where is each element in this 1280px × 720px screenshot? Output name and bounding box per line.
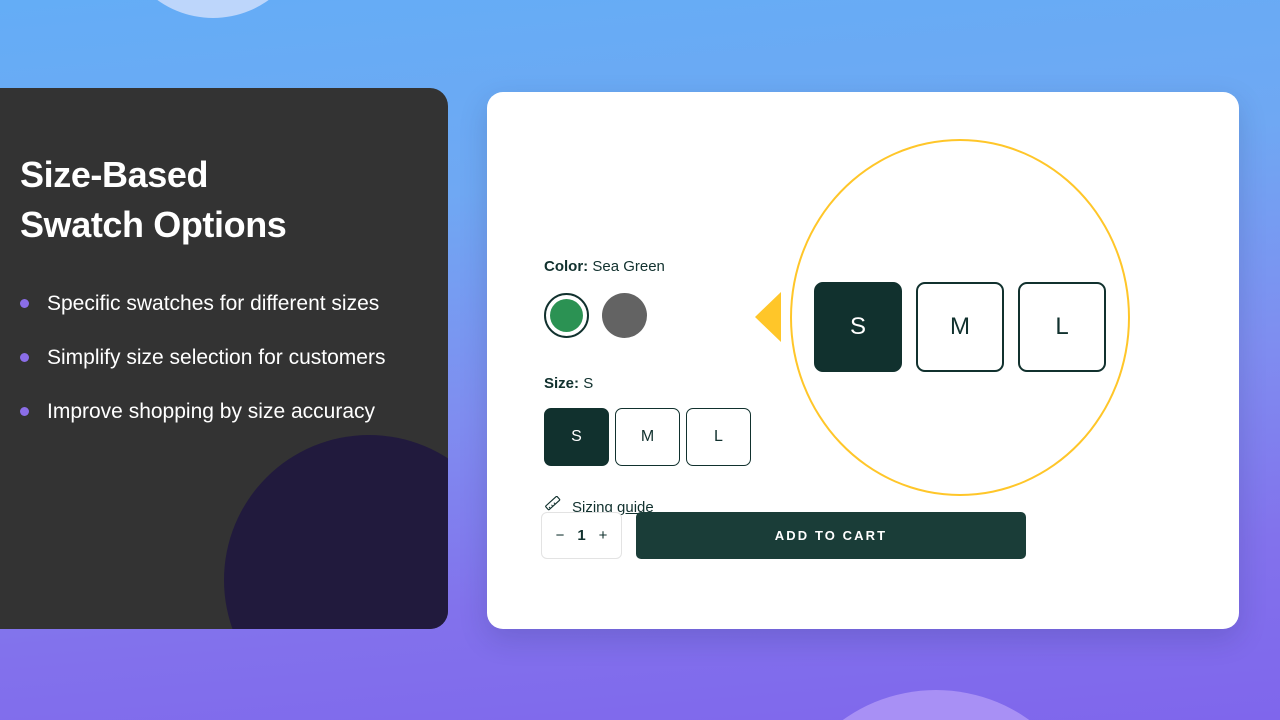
- color-swatch-sea-green[interactable]: [544, 293, 589, 338]
- list-item: Specific swatches for different sizes: [20, 288, 412, 319]
- size-option-label: Size: S: [544, 375, 593, 392]
- color-swatch-group: [544, 293, 647, 338]
- product-options-card: Color: Sea Green Size: S S M L Sizing gu…: [487, 92, 1239, 629]
- magnified-size-option-l[interactable]: L: [1018, 282, 1106, 372]
- feature-card-content: Size-Based Swatch Options Specific swatc…: [0, 88, 448, 427]
- magnified-size-option-s[interactable]: S: [814, 282, 902, 372]
- purchase-controls: − 1 + ADD TO CART: [541, 512, 1026, 559]
- bullet-text: Simplify size selection for customers: [47, 346, 386, 369]
- color-label-text: Color:: [544, 258, 589, 275]
- bullet-text: Improve shopping by size accuracy: [47, 400, 375, 423]
- size-option-s[interactable]: S: [544, 408, 609, 466]
- page-title: Size-Based Swatch Options: [20, 154, 287, 245]
- swatch-fill: [602, 293, 647, 338]
- add-to-cart-button[interactable]: ADD TO CART: [636, 512, 1026, 559]
- list-item: Simplify size selection for customers: [20, 342, 412, 373]
- size-label-text: Size:: [544, 375, 580, 392]
- color-selected-value: Sea Green: [592, 258, 665, 275]
- size-option-m[interactable]: M: [615, 408, 680, 466]
- card-decorative-blob: [224, 435, 448, 629]
- quantity-decrement-button[interactable]: −: [552, 527, 568, 544]
- feature-bullet-list: Specific swatches for different sizes Si…: [20, 288, 412, 427]
- bullet-dot-icon: [20, 353, 29, 362]
- decorative-circle-top: [118, 0, 308, 18]
- quantity-increment-button[interactable]: +: [595, 527, 611, 544]
- feature-description-card: Size-Based Swatch Options Specific swatc…: [0, 88, 448, 629]
- quantity-stepper[interactable]: − 1 +: [541, 512, 622, 559]
- color-option-label: Color: Sea Green: [544, 258, 665, 275]
- decorative-circle-bottom: [776, 690, 1096, 720]
- bullet-text: Specific swatches for different sizes: [47, 292, 380, 315]
- slide-canvas: Size-Based Swatch Options Specific swatc…: [0, 0, 1280, 720]
- magnifier-pointer-icon: [755, 292, 781, 342]
- magnified-size-option-m[interactable]: M: [916, 282, 1004, 372]
- size-swatch-group: S M L: [544, 408, 751, 466]
- magnified-size-swatch-group: S M L: [814, 282, 1106, 372]
- bullet-dot-icon: [20, 299, 29, 308]
- list-item: Improve shopping by size accuracy: [20, 396, 412, 427]
- quantity-value: 1: [577, 527, 586, 544]
- size-selected-value: S: [583, 375, 594, 392]
- color-swatch-gray[interactable]: [602, 293, 647, 338]
- swatch-fill: [550, 299, 583, 332]
- bullet-dot-icon: [20, 407, 29, 416]
- product-card-body: Color: Sea Green Size: S S M L Sizing gu…: [487, 92, 1239, 629]
- size-option-l[interactable]: L: [686, 408, 751, 466]
